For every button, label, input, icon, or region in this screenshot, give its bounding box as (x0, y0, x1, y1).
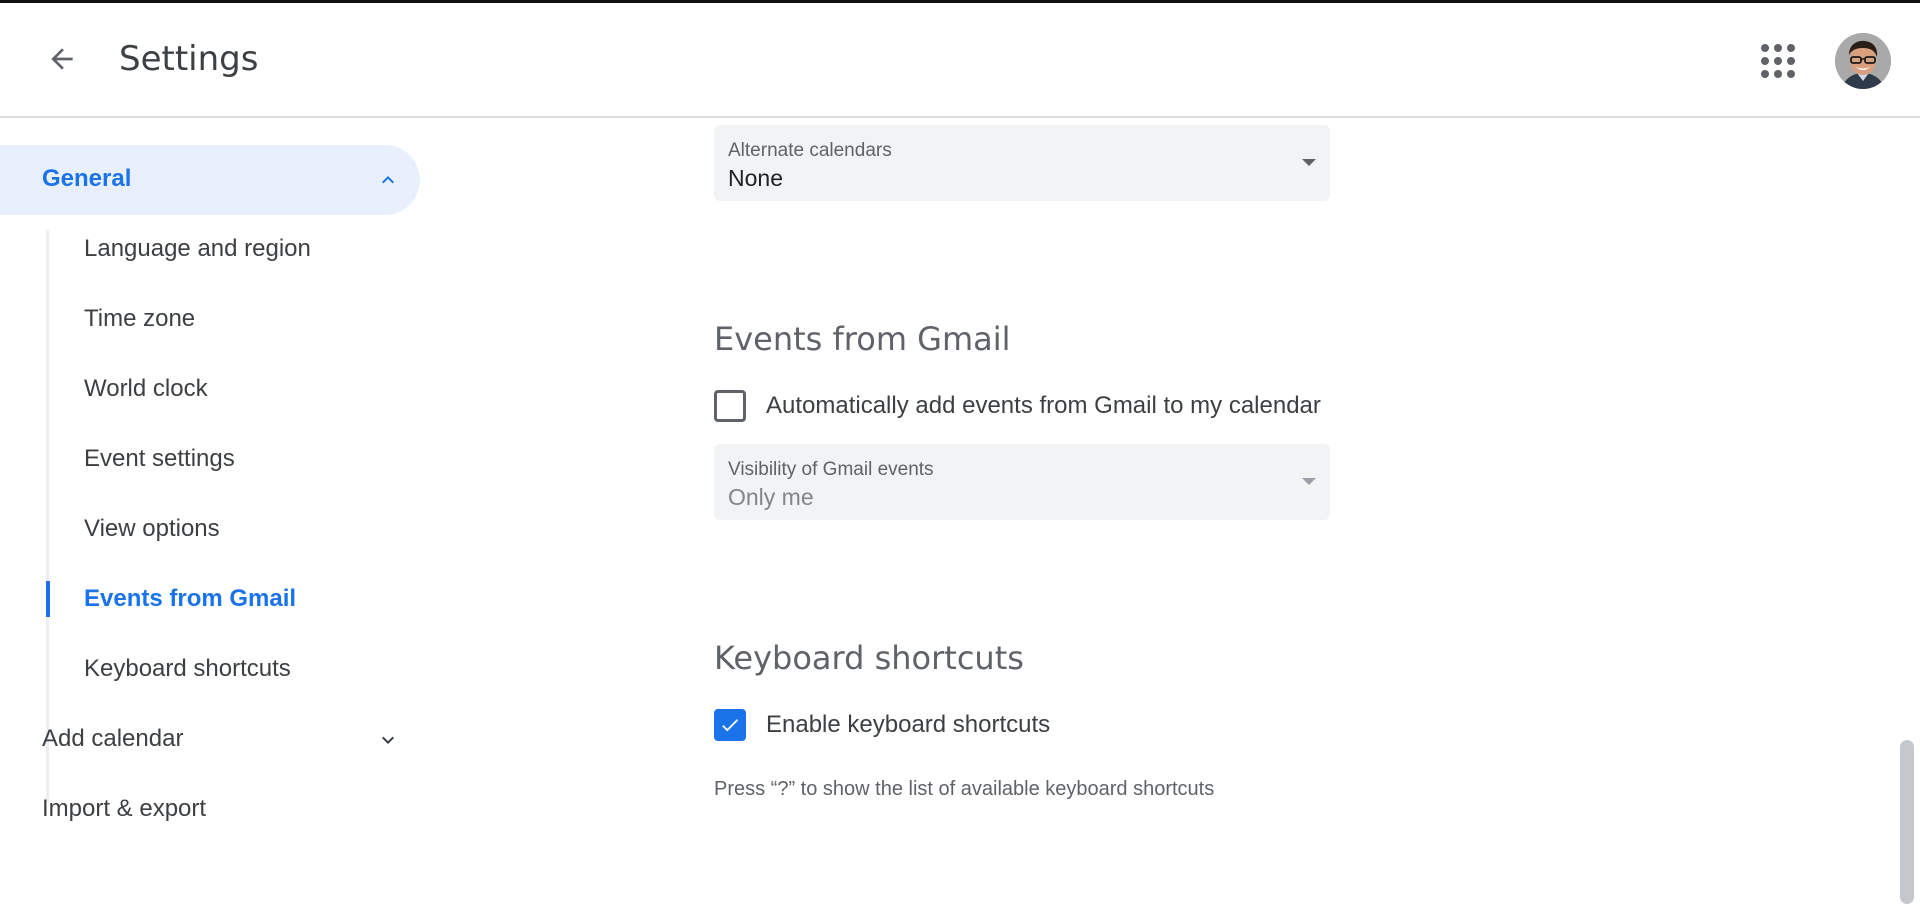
alternate-calendars-select[interactable]: Alternate calendars None (714, 125, 1330, 201)
apps-grid-icon (1774, 70, 1782, 78)
apps-grid-icon (1774, 57, 1782, 65)
app-header: Settings (0, 3, 1920, 118)
apps-grid-icon (1774, 44, 1782, 52)
section-title-events-from-gmail: Events from Gmail (714, 320, 1011, 358)
chevron-up-icon[interactable] (376, 168, 400, 192)
account-avatar[interactable] (1835, 33, 1891, 89)
sidebar-item-language-and-region[interactable]: Language and region (84, 235, 311, 263)
sidebar-item-view-options[interactable]: View options (84, 515, 220, 543)
sidebar-item-event-settings[interactable]: Event settings (84, 445, 235, 473)
alternate-calendars-value: None (728, 165, 783, 191)
apps-grid-icon (1761, 44, 1769, 52)
enable-keyboard-shortcuts-row[interactable]: Enable keyboard shortcuts (714, 709, 1050, 741)
nav-add-calendar[interactable]: Add calendar (42, 725, 183, 753)
google-apps-button[interactable] (1758, 39, 1798, 83)
chevron-down-icon[interactable] (376, 728, 400, 752)
arrow-back-icon (51, 48, 73, 70)
apps-grid-icon (1787, 44, 1795, 52)
page-title: Settings (119, 39, 259, 79)
sidebar-item-time-zone[interactable]: Time zone (84, 305, 195, 333)
nav-import-export[interactable]: Import & export (42, 795, 206, 823)
apps-grid-icon (1787, 70, 1795, 78)
alternate-calendars-label: Alternate calendars (728, 140, 892, 161)
subnav-rail (46, 230, 49, 802)
avatar-photo-icon (1835, 33, 1891, 89)
auto-add-gmail-events-label: Automatically add events from Gmail to m… (766, 392, 1321, 419)
gmail-events-visibility-select[interactable]: Visibility of Gmail events Only me (714, 444, 1330, 520)
nav-general[interactable]: General (0, 145, 420, 215)
gmail-events-visibility-value: Only me (728, 484, 814, 510)
dropdown-arrow-icon (1302, 478, 1316, 485)
sidebar-item-events-from-gmail[interactable]: Events from Gmail (84, 585, 296, 613)
checkmark-icon (722, 719, 739, 732)
apps-grid-icon (1761, 70, 1769, 78)
vertical-scrollbar-thumb[interactable] (1900, 740, 1914, 904)
keyboard-shortcuts-hint: Press “?” to show the list of available … (714, 778, 1215, 800)
section-title-keyboard-shortcuts: Keyboard shortcuts (714, 639, 1024, 677)
enable-keyboard-shortcuts-checkbox[interactable] (714, 709, 746, 741)
apps-grid-icon (1761, 57, 1769, 65)
auto-add-gmail-events-checkbox[interactable] (714, 390, 746, 422)
auto-add-gmail-events-row[interactable]: Automatically add events from Gmail to m… (714, 390, 1321, 422)
dropdown-arrow-icon (1302, 159, 1316, 166)
back-button[interactable] (36, 33, 88, 85)
sidebar-item-keyboard-shortcuts[interactable]: Keyboard shortcuts (84, 655, 291, 683)
gmail-events-visibility-label: Visibility of Gmail events (728, 459, 934, 480)
enable-keyboard-shortcuts-label: Enable keyboard shortcuts (766, 711, 1051, 738)
apps-grid-icon (1787, 57, 1795, 65)
nav-general-label: General (42, 165, 132, 192)
sidebar-item-world-clock[interactable]: World clock (84, 375, 208, 403)
settings-sidebar: General Language and region Time zone Wo… (0, 118, 440, 904)
active-indicator (46, 581, 50, 617)
